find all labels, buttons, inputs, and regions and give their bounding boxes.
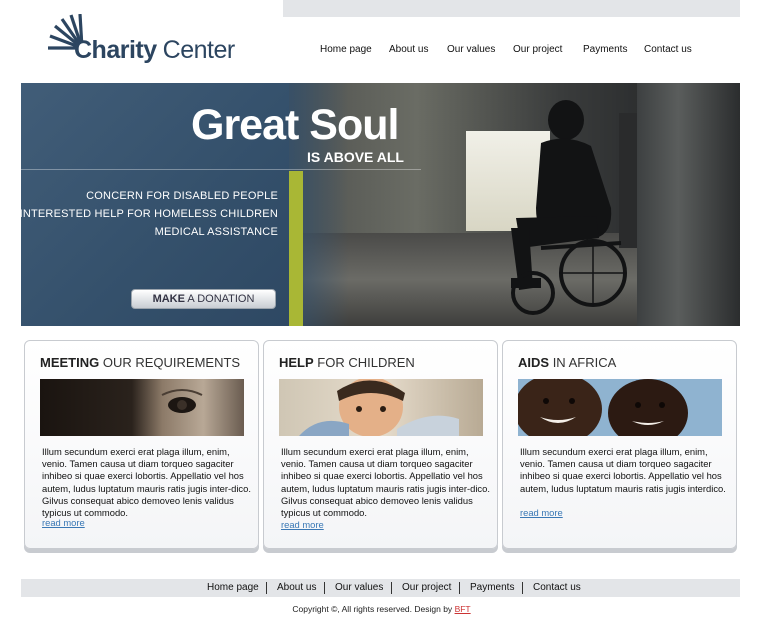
hero-list-item: CONCERN FOR DISABLED PEOPLE — [86, 190, 278, 202]
card-title-rest: FOR CHILDREN — [317, 355, 415, 370]
nav-contact-us[interactable]: Contact us — [644, 44, 692, 55]
hero-list-item: DISINTERESTED HELP FOR HOMELESS CHILDREN — [21, 208, 278, 220]
make-donation-button[interactable]: MAKE A DONATION — [131, 289, 276, 309]
top-strip — [283, 0, 740, 17]
footer-separator — [459, 582, 460, 594]
hero-accent-bar — [289, 171, 303, 326]
card-title-bold: HELP — [279, 355, 314, 370]
donate-bold: MAKE — [152, 293, 185, 305]
wheelchair-silhouette — [511, 100, 627, 315]
card-title-bold: AIDS — [518, 355, 550, 370]
hero-list-item: MEDICAL ASSISTANCE — [154, 226, 278, 238]
hero-title: Great Soul — [191, 101, 399, 149]
card-text: Illum secundum exerci erat plaga illum, … — [42, 446, 251, 519]
card-image-faces — [518, 379, 722, 436]
footer-nav-about-us[interactable]: About us — [277, 582, 316, 593]
copyright: Copyright ©, All rights reserved. Design… — [0, 604, 763, 614]
hero-list: CONCERN FOR DISABLED PEOPLE DISINTERESTE… — [21, 187, 278, 241]
card-image-eye — [40, 379, 244, 436]
card-image-child — [279, 379, 483, 436]
read-more-link[interactable]: read more — [42, 517, 85, 528]
card-title-rest: IN AFRICA — [552, 355, 617, 370]
designer-link[interactable]: BFT — [455, 604, 471, 614]
footer-nav-contact-us[interactable]: Contact us — [533, 582, 581, 593]
logo-text: Charity Center — [74, 36, 235, 65]
copyright-text: Copyright ©, All rights reserved. Design… — [292, 604, 453, 614]
footer-separator — [391, 582, 392, 594]
nav-our-values[interactable]: Our values — [447, 44, 495, 55]
nav-about-us[interactable]: About us — [389, 44, 428, 55]
footer-separator — [324, 582, 325, 594]
read-more-link[interactable]: read more — [281, 519, 324, 530]
hero-banner: Great Soul IS ABOVE ALL CONCERN FOR DISA… — [21, 83, 740, 326]
nav-home-page[interactable]: Home page — [320, 44, 372, 55]
footer-nav-our-values[interactable]: Our values — [335, 582, 383, 593]
footer-separator — [266, 582, 267, 594]
card-title-rest: OUR REQUIREMENTS — [102, 355, 241, 370]
card-text: Illum secundum exerci erat plaga illum, … — [520, 446, 726, 494]
footer-separator — [522, 582, 523, 594]
nav-payments[interactable]: Payments — [583, 44, 627, 55]
logo-normal: Center — [162, 36, 236, 64]
nav-our-project[interactable]: Our project — [513, 44, 562, 55]
card-title-bold: MEETING — [40, 355, 100, 370]
hero-subtitle: IS ABOVE ALL — [307, 149, 404, 165]
card-text: Illum secundum exerci erat plaga illum, … — [281, 446, 490, 519]
logo-bold: Charity — [74, 36, 157, 64]
card-aids-africa: AIDS IN AFRICA Illum secundum exerci era… — [502, 340, 737, 549]
footer-nav-home-page[interactable]: Home page — [207, 582, 259, 593]
card-meeting-requirements: MEETING OUR REQUIREMENTS Illum secundum … — [24, 340, 259, 549]
donate-rest: A DONATION — [187, 293, 255, 305]
footer-nav-payments[interactable]: Payments — [470, 582, 514, 593]
logo[interactable]: Charity Center — [46, 14, 246, 70]
card-help-children: HELP FOR CHILDREN Illum secundum exerci … — [263, 340, 498, 549]
card-title: HELP FOR CHILDREN — [279, 355, 415, 370]
footer-nav: Home page About us Our values Our projec… — [21, 579, 740, 597]
card-title: MEETING OUR REQUIREMENTS — [40, 355, 240, 370]
read-more-link[interactable]: read more — [520, 507, 563, 518]
hero-divider — [21, 169, 421, 170]
card-title: AIDS IN AFRICA — [518, 355, 616, 370]
footer-nav-our-project[interactable]: Our project — [402, 582, 451, 593]
